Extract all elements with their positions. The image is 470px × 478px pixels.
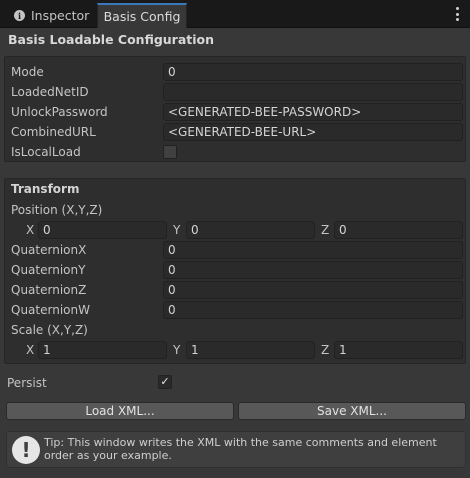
- page-title: Basis Loadable Configuration: [8, 32, 215, 47]
- scale-z-field[interactable]: 1: [334, 341, 463, 359]
- scale-y-label: Y: [173, 343, 181, 357]
- quaternion-y-label: QuaternionY: [11, 263, 86, 277]
- position-y-label: Y: [173, 223, 181, 237]
- quaternion-z-field[interactable]: 0: [163, 281, 463, 299]
- persist-label: Persist: [7, 376, 47, 390]
- tab-basis-config-label: Basis Config: [103, 9, 181, 24]
- scale-x-label: X: [26, 343, 35, 357]
- load-xml-button[interactable]: Load XML...: [6, 402, 234, 420]
- is-local-load-label: IsLocalLoad: [11, 145, 81, 159]
- combined-url-field[interactable]: <GENERATED-BEE-URL>: [163, 123, 463, 141]
- mode-field[interactable]: 0: [163, 63, 463, 81]
- tab-basis-config[interactable]: Basis Config: [97, 3, 187, 28]
- is-local-load-checkbox[interactable]: [163, 145, 177, 159]
- persist-checkbox[interactable]: ✓: [158, 375, 172, 389]
- tab-bar: i Inspector Basis Config: [0, 0, 470, 28]
- quaternion-z-label: QuaternionZ: [11, 283, 87, 297]
- position-z-label: Z: [321, 223, 330, 237]
- unlock-password-label: UnlockPassword: [11, 105, 108, 119]
- transform-title: Transform: [11, 182, 80, 196]
- position-x-field[interactable]: 0: [38, 221, 167, 239]
- help-box: ! Tip: This window writes the XML with t…: [6, 431, 466, 468]
- save-xml-button[interactable]: Save XML...: [238, 402, 466, 420]
- warning-icon: !: [12, 436, 40, 464]
- quaternion-x-label: QuaternionX: [11, 243, 87, 257]
- quaternion-w-label: QuaternionW: [11, 303, 90, 317]
- tab-inspector[interactable]: i Inspector: [6, 3, 96, 28]
- quaternion-x-field[interactable]: 0: [163, 241, 463, 259]
- loaded-net-id-label: LoadedNetID: [11, 85, 89, 99]
- position-x-label: X: [26, 223, 35, 237]
- combined-url-label: CombinedURL: [11, 125, 96, 139]
- position-label: Position (X,Y,Z): [11, 203, 103, 217]
- tip-text: Tip: This window writes the XML with the…: [44, 436, 437, 462]
- scale-y-field[interactable]: 1: [186, 341, 315, 359]
- scale-label: Scale (X,Y,Z): [11, 323, 88, 337]
- scale-z-label: Z: [321, 343, 330, 357]
- quaternion-w-field[interactable]: 0: [163, 301, 463, 319]
- info-icon: i: [14, 10, 25, 21]
- quaternion-y-field[interactable]: 0: [163, 261, 463, 279]
- more-options-icon[interactable]: [452, 7, 462, 21]
- scale-x-field[interactable]: 1: [38, 341, 167, 359]
- mode-label: Mode: [11, 65, 44, 79]
- unlock-password-field[interactable]: <GENERATED-BEE-PASSWORD>: [163, 103, 463, 121]
- position-y-field[interactable]: 0: [186, 221, 315, 239]
- tab-inspector-label: Inspector: [31, 8, 90, 23]
- loaded-net-id-field[interactable]: [163, 83, 463, 101]
- position-z-field[interactable]: 0: [334, 221, 463, 239]
